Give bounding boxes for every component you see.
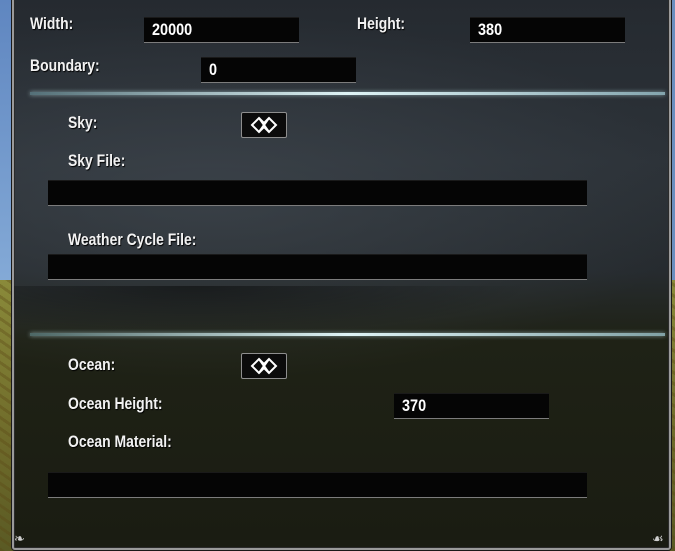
- game-viewport: Width: 20000 Height: 380 Boundary: 0 Sky…: [0, 0, 675, 551]
- sky-checkbox[interactable]: [241, 112, 287, 138]
- width-field[interactable]: 20000: [144, 17, 299, 43]
- world-settings-panel: Width: 20000 Height: 380 Boundary: 0 Sky…: [12, 0, 671, 550]
- ocean-material-label: Ocean Material:: [68, 432, 172, 451]
- section-divider-ocean: [30, 333, 665, 336]
- ocean-height-field[interactable]: 370: [394, 393, 549, 419]
- corner-ornament-icon: ☙: [652, 532, 664, 547]
- boundary-label: Boundary:: [30, 56, 100, 75]
- section-divider-sky: [30, 92, 665, 95]
- sky-label: Sky:: [68, 113, 98, 132]
- ocean-checkbox[interactable]: [241, 353, 287, 379]
- ocean-height-label: Ocean Height:: [68, 394, 163, 413]
- corner-ornament-icon: ❧: [14, 532, 25, 547]
- sky-file-field[interactable]: [48, 180, 587, 206]
- width-label: Width:: [30, 14, 74, 33]
- diamond-lattice-icon: [250, 116, 278, 134]
- ocean-label: Ocean:: [68, 355, 116, 374]
- height-label: Height:: [357, 14, 406, 33]
- weather-cycle-file-field[interactable]: [48, 254, 587, 280]
- ocean-material-field[interactable]: [48, 472, 587, 498]
- diamond-lattice-icon: [250, 357, 278, 375]
- weather-cycle-file-label: Weather Cycle File:: [68, 230, 197, 249]
- height-field[interactable]: 380: [470, 17, 625, 43]
- boundary-field[interactable]: 0: [201, 57, 356, 83]
- background-sky: [0, 0, 12, 300]
- sky-file-label: Sky File:: [68, 151, 126, 170]
